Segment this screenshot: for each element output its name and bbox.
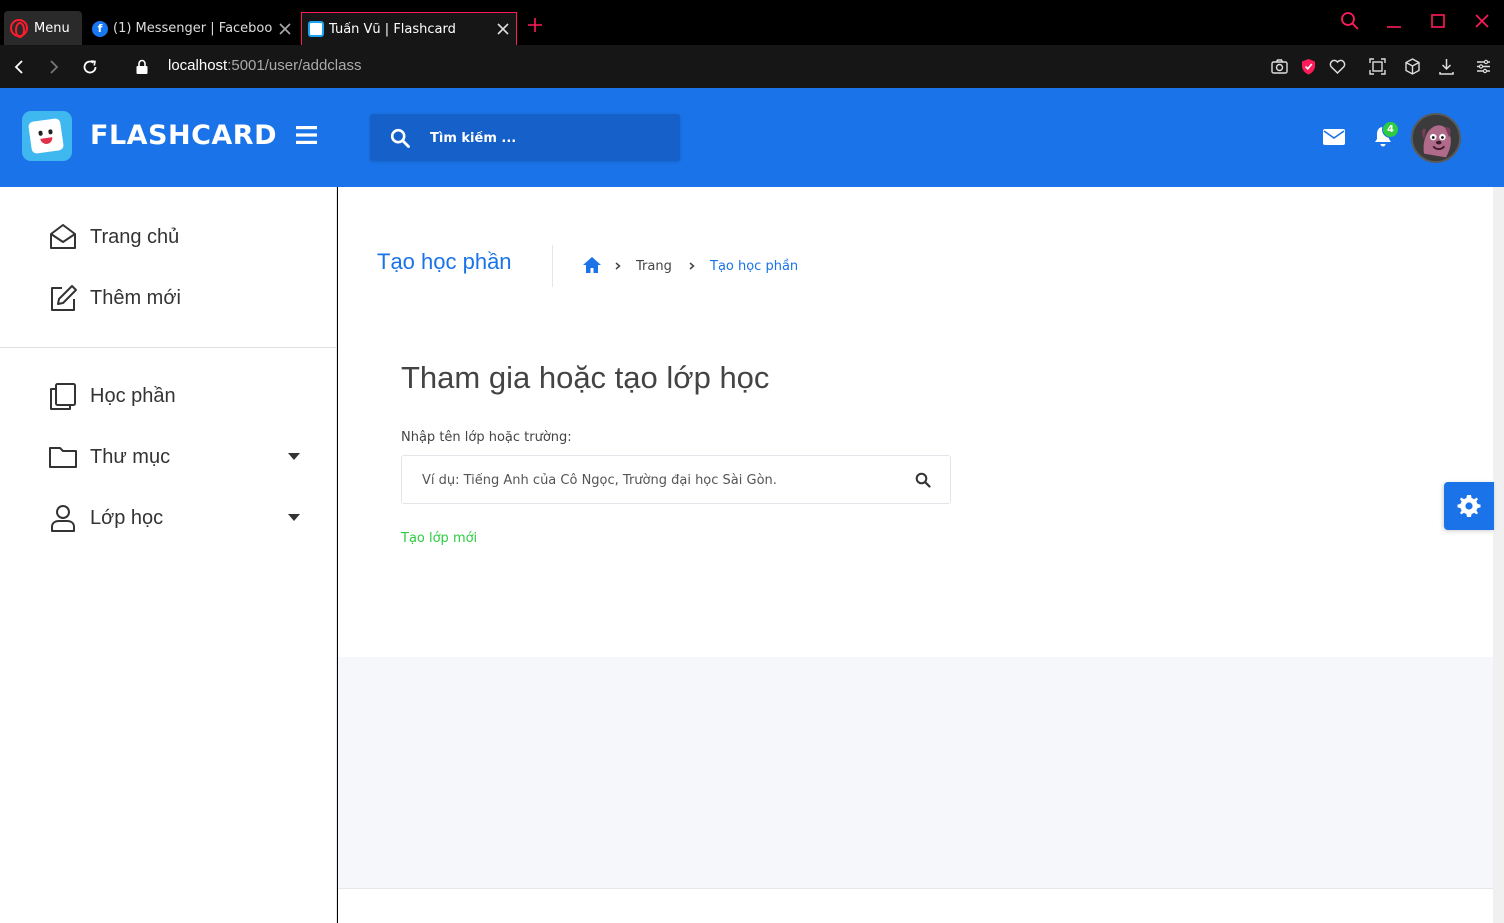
browser-address-bar: localhost:5001/user/addclass: [0, 45, 1504, 88]
header-search-input[interactable]: [430, 127, 660, 149]
browser-menu-button[interactable]: Menu: [4, 11, 82, 45]
minimize-window-icon[interactable]: [1383, 10, 1405, 32]
edit-icon: [51, 285, 77, 311]
cube-icon[interactable]: [1403, 57, 1422, 76]
sidebar-item-label: Trang chủ: [90, 225, 180, 248]
facebook-icon: f: [92, 20, 108, 37]
search-tabs-icon[interactable]: [1339, 10, 1361, 32]
hamburger-menu-icon[interactable]: [296, 126, 317, 144]
sidebar-item-study-sets[interactable]: Học phần: [48, 378, 308, 414]
breadcrumb-item[interactable]: Trang: [636, 259, 672, 274]
user-avatar[interactable]: [1411, 113, 1461, 163]
camera-icon[interactable]: [1270, 57, 1289, 76]
chevron-down-icon[interactable]: [288, 514, 300, 521]
sidebar-item-label: Thư mục: [90, 445, 171, 468]
folder-icon: [49, 447, 77, 468]
lock-icon: [136, 59, 148, 74]
browser-menu-label: Menu: [34, 20, 70, 36]
flashcard-logo-icon[interactable]: [22, 111, 72, 161]
sidebar-divider: [0, 347, 337, 348]
chevron-right-icon: [615, 262, 621, 270]
page-title: Tạo học phần: [377, 249, 512, 274]
main-content: Tạo học phần Trang Tạo học phần Tham gia…: [338, 187, 1493, 923]
close-window-icon[interactable]: [1471, 10, 1493, 32]
header-search: [370, 114, 680, 161]
reload-icon[interactable]: [81, 58, 99, 76]
class-search-field: [401, 455, 951, 504]
gear-icon: [1457, 495, 1481, 517]
download-icon[interactable]: [1437, 57, 1456, 76]
close-tab-icon[interactable]: [278, 22, 292, 36]
settings-button[interactable]: [1444, 482, 1494, 530]
sidebar-item-label: Thêm mới: [90, 286, 181, 309]
easy-setup-icon[interactable]: [1474, 57, 1493, 76]
back-icon[interactable]: [10, 58, 28, 76]
adblock-shield-icon[interactable]: [1299, 57, 1318, 76]
browser-tab-bar: Menu f (1) Messenger | Facebook Tuấn Vũ …: [0, 0, 1504, 45]
tab-title: (1) Messenger | Facebook: [113, 21, 272, 36]
browser-tab-flashcard[interactable]: Tuấn Vũ | Flashcard: [301, 12, 517, 45]
sidebar-item-home[interactable]: Trang chủ: [48, 219, 308, 255]
search-icon[interactable]: [915, 472, 931, 488]
tab-title: Tuấn Vũ | Flashcard: [329, 21, 456, 37]
forward-icon[interactable]: [45, 58, 63, 76]
sidebar-item-label: Lớp học: [90, 506, 164, 529]
snapshot-frame-icon[interactable]: [1368, 57, 1387, 76]
flashcard-favicon-icon: [308, 21, 324, 37]
app-header: FLASHCARD: [0, 88, 1504, 187]
section-title: Tham gia hoặc tạo lớp học: [401, 360, 770, 395]
footer: [338, 889, 1493, 923]
url-path: :5001/user/addclass: [227, 57, 362, 74]
notification-badge: 4: [1382, 121, 1399, 138]
sidebar: Trang chủ Thêm mới Học phần Thư mục Lớp …: [0, 187, 337, 923]
create-class-link[interactable]: Tạo lớp mới: [401, 531, 477, 546]
brand-name[interactable]: FLASHCARD: [90, 120, 277, 151]
close-tab-icon[interactable]: [496, 22, 510, 36]
breadcrumb-item-active: Tạo học phần: [710, 259, 799, 274]
heart-icon[interactable]: [1328, 57, 1347, 76]
envelope-open-icon: [50, 224, 76, 249]
url-field[interactable]: localhost:5001/user/addclass: [168, 57, 361, 74]
envelope-icon[interactable]: [1323, 128, 1345, 146]
user-icon: [51, 505, 75, 532]
sidebar-item-classes[interactable]: Lớp học: [48, 500, 308, 536]
url-host: localhost: [168, 57, 228, 74]
chevron-right-icon: [689, 262, 695, 270]
sidebar-item-add-new[interactable]: Thêm mới: [48, 280, 308, 316]
sidebar-item-label: Học phần: [90, 384, 176, 407]
title-divider: [552, 245, 553, 287]
class-search-input[interactable]: [422, 470, 902, 490]
class-name-label: Nhập tên lớp hoặc trường:: [401, 430, 572, 445]
sidebar-item-folders[interactable]: Thư mục: [48, 439, 308, 475]
home-icon[interactable]: [582, 256, 602, 274]
search-icon[interactable]: [390, 128, 410, 148]
browser-tab-messenger[interactable]: f (1) Messenger | Facebook: [86, 12, 298, 45]
opera-logo-icon: [10, 19, 28, 38]
copy-icon: [50, 383, 76, 410]
chevron-down-icon[interactable]: [288, 453, 300, 460]
new-tab-plus-icon[interactable]: [526, 16, 544, 34]
page-scrollbar[interactable]: [1493, 187, 1504, 923]
content-card: Tạo học phần Trang Tạo học phần Tham gia…: [338, 187, 1493, 657]
maximize-window-icon[interactable]: [1427, 10, 1449, 32]
